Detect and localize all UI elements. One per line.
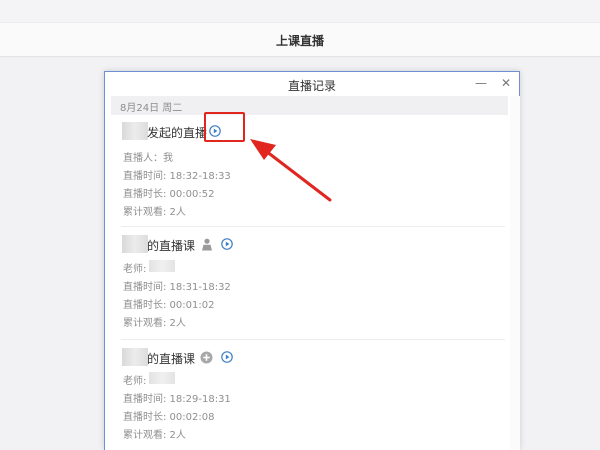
divider [121, 226, 505, 227]
plus-icon [200, 351, 213, 364]
divider [121, 339, 505, 340]
blurred-name [122, 348, 148, 366]
date-header: 8月24日 周二 [111, 96, 508, 115]
close-button[interactable]: ✕ [497, 75, 515, 91]
blurred-teacher [149, 372, 175, 384]
record-teacher: 老师: [123, 376, 147, 387]
app-title: 上课直播 [275, 34, 324, 48]
list-item[interactable]: 的直播课 老师: 直播时间: 18:29-18:31 直播时长: 00:02:0… [121, 348, 505, 441]
play-icon[interactable] [221, 238, 233, 250]
person-icon [202, 238, 212, 251]
record-teacher: 老师: [123, 264, 147, 275]
app-header: 上课直播 [0, 22, 600, 57]
dialog-title: 直播记录 [287, 79, 336, 93]
minimize-button[interactable]: — [472, 75, 490, 91]
top-strip [0, 0, 600, 22]
record-viewers: 累计观看: 2人 [123, 318, 186, 329]
list-item[interactable]: 的直播课 老师: 直播时间: 18:31-18:32 直播时长: 00:01:0… [121, 235, 505, 329]
record-duration: 直播时长: 00:01:02 [123, 300, 215, 311]
live-records-dialog: 直播记录 — ✕ 8月24日 周二 发起的直播 直播人：我 直播时间: 18:3… [104, 71, 520, 450]
record-viewers: 累计观看: 2人 [123, 207, 186, 218]
blurred-name [122, 122, 148, 140]
blurred-name [122, 235, 148, 253]
record-title: 发起的直播 [147, 126, 208, 140]
record-title: 的直播课 [147, 352, 196, 366]
play-icon[interactable] [221, 351, 233, 363]
record-time: 直播时间: 18:32-18:33 [123, 171, 231, 182]
record-time: 直播时间: 18:29-18:31 [123, 394, 231, 405]
record-title: 的直播课 [147, 239, 196, 253]
record-duration: 直播时长: 00:00:52 [123, 189, 215, 200]
list-item[interactable]: 发起的直播 直播人：我 直播时间: 18:32-18:33 直播时长: 00:0… [121, 122, 505, 218]
record-time: 直播时间: 18:31-18:32 [123, 282, 231, 293]
annotation-highlight-box [204, 112, 245, 142]
scrollbar[interactable] [510, 96, 520, 450]
record-host: 直播人：我 [123, 153, 173, 164]
record-duration: 直播时长: 00:02:08 [123, 412, 215, 423]
blurred-teacher [149, 260, 175, 272]
record-viewers: 累计观看: 2人 [123, 430, 186, 441]
